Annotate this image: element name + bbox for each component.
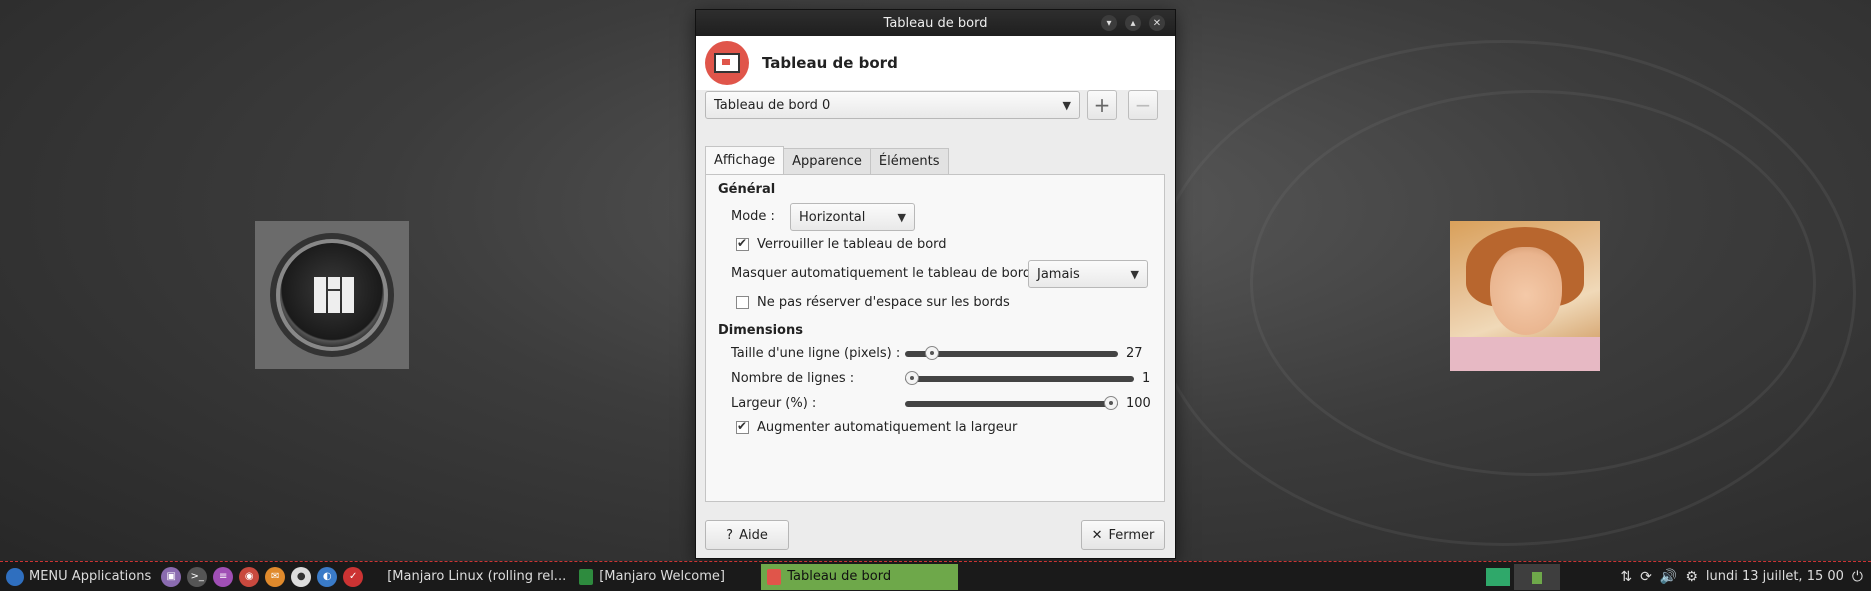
- photo-face: [1490, 247, 1562, 335]
- panel-selector-value: Tableau de bord 0: [714, 97, 831, 113]
- menu-logo-icon: [6, 567, 24, 586]
- panel-task-icon: [767, 568, 782, 585]
- browser-icon[interactable]: ◉: [239, 566, 260, 587]
- close-icon[interactable]: ✕: [1149, 15, 1165, 31]
- row-size-slider[interactable]: [905, 346, 1118, 360]
- manjaro-desktop-icon[interactable]: [255, 221, 409, 369]
- rows-slider[interactable]: [905, 371, 1134, 385]
- remove-panel-button[interactable]: −: [1128, 90, 1158, 120]
- no-reserve-space-checkbox[interactable]: Ne pas réserver d'espace sur les bords: [736, 295, 1010, 310]
- close-button-label: Fermer: [1108, 527, 1155, 543]
- screenshot-icon[interactable]: ✓: [343, 566, 364, 587]
- task-label: [Manjaro Linux (rolling rel...: [387, 569, 567, 584]
- lock-panel-label: Verrouiller le tableau de bord: [757, 237, 947, 252]
- help-button[interactable]: ? Aide: [705, 520, 789, 550]
- minimize-icon[interactable]: ▾: [1101, 15, 1117, 31]
- mode-label: Mode :: [731, 209, 775, 224]
- auto-width-label: Augmenter automatiquement la largeur: [757, 420, 1018, 435]
- taskbar: MENU Applications ▣ >_ ≡ ◉ ✉ ● ◐ ✓ [Manj…: [0, 561, 1871, 591]
- tab-apparence[interactable]: Apparence: [783, 148, 871, 174]
- chevron-down-icon: ▼: [1062, 98, 1071, 112]
- task-manjaro-linux[interactable]: [Manjaro Linux (rolling rel...: [375, 564, 567, 590]
- panel-selector-combo[interactable]: Tableau de bord 0 ▼: [705, 91, 1080, 119]
- mode-combo[interactable]: Horizontal ▼: [790, 203, 915, 231]
- workspace-1[interactable]: [1486, 567, 1511, 586]
- photo-shirt: [1450, 337, 1600, 371]
- mail-icon[interactable]: ✉: [265, 566, 286, 587]
- task-tableau-de-bord[interactable]: Tableau de bord: [761, 563, 959, 590]
- autohide-combo[interactable]: Jamais ▼: [1028, 260, 1148, 288]
- network-icon[interactable]: ⇅: [1620, 569, 1632, 585]
- tab-content-affichage: Général Mode : Horizontal ▼ Verrouiller …: [705, 174, 1165, 502]
- tab-elements[interactable]: Éléments: [869, 148, 949, 174]
- photo-desktop-icon[interactable]: [1450, 221, 1600, 371]
- logout-icon[interactable]: ⏻: [1852, 569, 1863, 585]
- task-label: Tableau de bord: [787, 569, 892, 584]
- dialog-header: Tableau de bord: [696, 36, 1175, 90]
- checkbox-checked-icon: [736, 236, 749, 251]
- panel-app-icon: [705, 41, 749, 85]
- tab-bar: Affichage Apparence Éléments: [705, 146, 949, 174]
- lock-panel-checkbox[interactable]: Verrouiller le tableau de bord: [736, 236, 947, 252]
- window-titlebar[interactable]: Tableau de bord ▾ ▴ ✕: [696, 10, 1175, 36]
- window-title: Tableau de bord: [883, 15, 988, 31]
- auto-width-checkbox[interactable]: Augmenter automatiquement la largeur: [736, 419, 1018, 435]
- applications-menu-label: MENU Applications: [29, 569, 152, 584]
- dialog-title: Tableau de bord: [762, 54, 898, 72]
- text-editor-icon[interactable]: ≡: [213, 566, 234, 587]
- chevron-down-icon: ▼: [897, 210, 906, 224]
- checkbox-unchecked-icon: [736, 296, 749, 309]
- task-label: [Manjaro Welcome]: [599, 569, 725, 584]
- row-size-value: 27: [1126, 346, 1143, 361]
- volume-icon[interactable]: 🔊: [1660, 569, 1677, 585]
- tab-affichage[interactable]: Affichage: [705, 146, 785, 174]
- rows-value: 1: [1142, 371, 1151, 386]
- slider-handle[interactable]: [925, 346, 939, 360]
- autohide-value: Jamais: [1037, 266, 1080, 282]
- chevron-down-icon: ▼: [1130, 267, 1139, 281]
- update-icon[interactable]: ⟳: [1640, 569, 1652, 585]
- slider-handle[interactable]: [1104, 396, 1118, 410]
- checkbox-checked-icon: [736, 419, 749, 434]
- width-label: Largeur (%) :: [731, 396, 817, 411]
- close-button[interactable]: ✕ Fermer: [1081, 520, 1165, 550]
- width-value: 100: [1126, 396, 1151, 411]
- close-icon: ✕: [1091, 527, 1103, 543]
- width-slider[interactable]: [905, 396, 1118, 410]
- no-reserve-space-label: Ne pas réserver d'espace sur les bords: [757, 295, 1010, 310]
- firefox-icon[interactable]: ◐: [317, 566, 338, 587]
- chat-icon[interactable]: ●: [291, 566, 312, 587]
- rows-label: Nombre de lignes :: [731, 371, 855, 386]
- clock[interactable]: lundi 13 juillet, 15 00: [1706, 569, 1844, 584]
- maximize-icon[interactable]: ▴: [1125, 15, 1141, 31]
- system-tray: ⇅ ⟳ 🔊 ⚙ lundi 13 juillet, 15 00 ⏻: [1620, 569, 1871, 585]
- welcome-task-icon: [579, 568, 594, 585]
- applications-menu-button[interactable]: MENU Applications: [0, 567, 152, 586]
- mode-value: Horizontal: [799, 209, 866, 225]
- manjaro-logo-icon: [276, 239, 388, 351]
- terminal-icon[interactable]: >_: [187, 566, 208, 587]
- general-section-title: Général: [718, 182, 776, 197]
- row-size-label: Taille d'une ligne (pixels) :: [731, 346, 901, 361]
- autohide-label: Masquer automatiquement le tableau de bo…: [731, 266, 1040, 281]
- slider-handle[interactable]: [905, 371, 919, 385]
- panel-preferences-window: Tableau de bord ▾ ▴ ✕ Tableau de bord Ta…: [696, 10, 1175, 558]
- help-button-label: Aide: [739, 527, 768, 543]
- settings-gear-icon[interactable]: ⚙: [1685, 569, 1698, 585]
- task-manjaro-welcome[interactable]: [Manjaro Welcome]: [573, 564, 755, 590]
- add-panel-button[interactable]: +: [1087, 90, 1117, 120]
- workspace-2[interactable]: [1514, 563, 1561, 590]
- dimensions-section-title: Dimensions: [718, 323, 803, 338]
- help-icon: ?: [726, 527, 734, 543]
- file-manager-icon[interactable]: ▣: [161, 566, 182, 587]
